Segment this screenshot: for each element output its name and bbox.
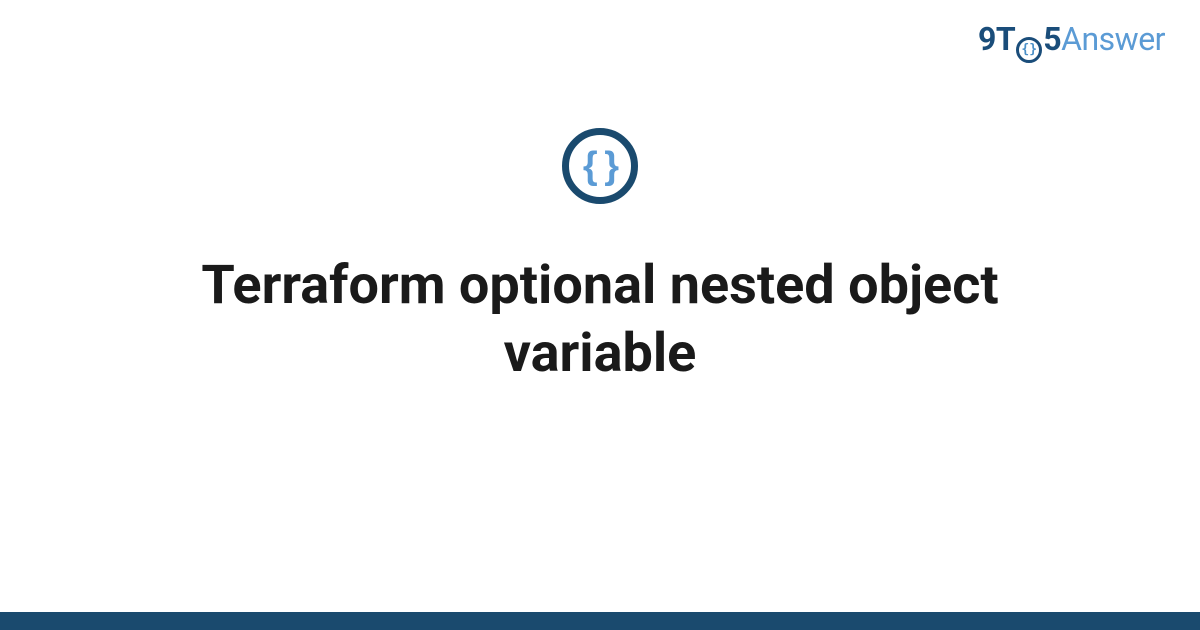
braces-icon: { }: [562, 128, 638, 204]
site-logo: 9T {} 5 Answer: [978, 20, 1165, 60]
page-title: Terraform optional nested object variabl…: [75, 252, 1125, 387]
logo-text-5: 5: [1043, 20, 1061, 58]
logo-text-9t: 9T: [978, 20, 1015, 58]
footer-bar: [0, 612, 1200, 630]
logo-circle-icon: {}: [1016, 37, 1042, 63]
logo-text-answer: Answer: [1061, 20, 1165, 58]
braces-glyph: { }: [583, 145, 617, 188]
main-content: { } Terraform optional nested object var…: [0, 128, 1200, 387]
